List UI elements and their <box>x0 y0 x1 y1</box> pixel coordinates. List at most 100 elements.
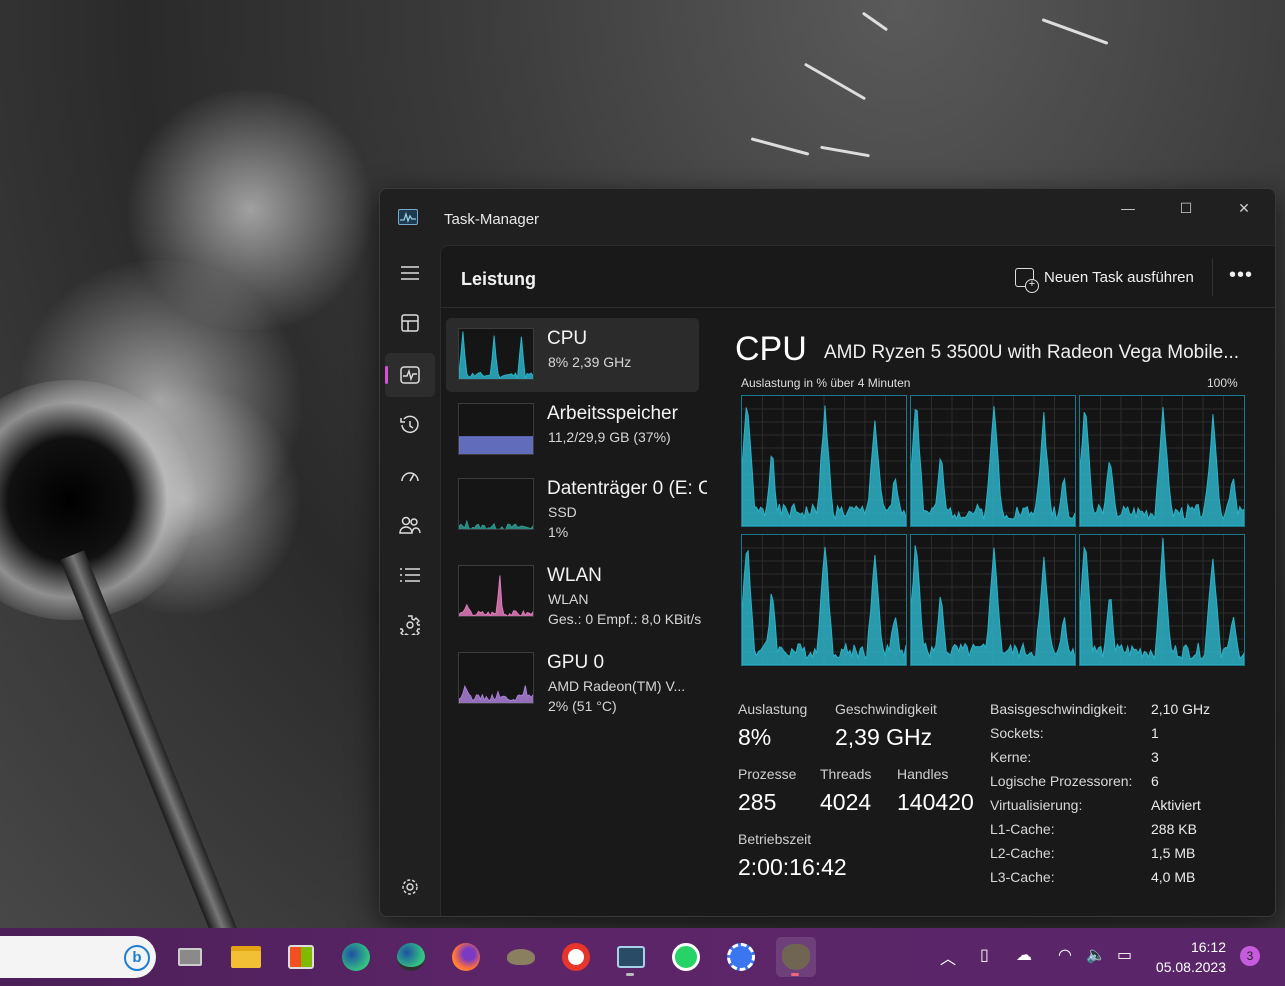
spec-value: 4,0 MB <box>1151 869 1196 885</box>
task-manager-taskbar-button[interactable] <box>611 937 651 977</box>
file-explorer-icon <box>231 946 261 968</box>
file-explorer-button[interactable] <box>226 937 266 977</box>
nav-settings[interactable] <box>385 865 435 909</box>
edge-button[interactable] <box>336 937 376 977</box>
resource-memory[interactable]: Arbeitsspeicher 11,2/29,9 GB (37%) <box>446 393 699 467</box>
resource-detail: AMD Radeon(TM) V... <box>548 678 686 694</box>
gimp-like-button[interactable] <box>501 937 541 977</box>
performance-icon <box>400 366 420 384</box>
resource-list: CPU 8% 2,39 GHz Arbeitsspeicher 11,2/29,… <box>441 308 711 916</box>
whatsapp-button[interactable] <box>666 937 706 977</box>
spec-label: L1-Cache: <box>990 821 1055 837</box>
spec-label: Basisgeschwindigkeit: <box>990 701 1127 717</box>
taskbar-search-box[interactable]: b <box>0 936 156 978</box>
opera-icon <box>562 943 590 971</box>
resource-detail: WLAN <box>548 591 589 607</box>
nav-performance[interactable] <box>385 353 435 397</box>
navigation-rail <box>380 245 440 916</box>
gpu-thumbnail-graph <box>458 652 534 704</box>
close-button[interactable]: ✕ <box>1215 189 1273 229</box>
nav-startup[interactable] <box>385 453 435 497</box>
task-view-button[interactable] <box>170 937 210 977</box>
new-task-icon <box>1015 267 1039 293</box>
processes-icon <box>401 314 419 332</box>
processes-label: Prozesse <box>738 766 797 782</box>
services-icon <box>400 615 420 635</box>
taskbar-clock[interactable]: 16:12 05.08.2023 <box>1150 937 1226 977</box>
task-manager-icon <box>617 946 645 968</box>
spec-value: 2,10 GHz <box>1151 701 1211 717</box>
hamburger-icon <box>401 266 419 280</box>
resource-name: GPU 0 <box>547 652 605 673</box>
maximize-button[interactable]: ☐ <box>1157 189 1215 229</box>
resource-disk[interactable]: Datenträger 0 (E: C SSD 1% <box>446 468 707 542</box>
handles-label: Handles <box>897 766 949 782</box>
nav-app-history[interactable] <box>385 403 435 447</box>
minimize-icon: ― <box>1121 200 1135 216</box>
core-graph-1 <box>910 395 1076 527</box>
page-title: Leistung <box>461 269 536 289</box>
close-icon: ✕ <box>1238 200 1250 216</box>
resource-name: Arbeitsspeicher <box>547 403 678 424</box>
threads-label: Threads <box>820 766 872 782</box>
graph-label: Auslastung in % über 4 Minuten <box>741 376 911 390</box>
clock-date: 05.08.2023 <box>1155 959 1226 975</box>
resource-name: WLAN <box>547 565 602 586</box>
spec-label: Virtualisierung: <box>990 797 1083 813</box>
task-manager-app-icon <box>398 209 418 225</box>
core-graph-0 <box>741 395 907 527</box>
resource-detail: 11,2/29,9 GB (37%) <box>548 429 671 445</box>
spec-value: 3 <box>1151 749 1159 765</box>
users-icon <box>399 516 421 534</box>
command-separator <box>1212 258 1213 296</box>
tablet-icon[interactable]: ▯ <box>980 945 989 965</box>
running-indicator <box>791 973 799 976</box>
nav-processes[interactable] <box>385 301 435 345</box>
store-button[interactable] <box>281 937 321 977</box>
opera-button[interactable] <box>556 937 596 977</box>
resource-wlan[interactable]: WLAN WLAN Ges.: 0 Empf.: 8,0 KBit/s <box>446 555 701 629</box>
run-new-task-button[interactable]: Neuen Task ausführen <box>1015 264 1194 293</box>
resource-gpu[interactable]: GPU 0 AMD Radeon(TM) V... 2% (51 °C) <box>446 642 699 716</box>
more-options-button[interactable]: ••• <box>1229 264 1253 287</box>
minimize-button[interactable]: ― <box>1099 189 1157 229</box>
nav-details[interactable] <box>385 553 435 597</box>
edge-dev-icon <box>397 943 425 971</box>
volume-icon[interactable]: 🔈 <box>1086 945 1106 965</box>
graph-max-label: 100% <box>1207 376 1238 390</box>
task-view-icon <box>178 948 202 966</box>
content-area: Leistung Neuen Task ausführen ••• CPU 8%… <box>440 245 1275 916</box>
bing-icon[interactable]: b <box>124 945 150 971</box>
nav-users[interactable] <box>385 503 435 547</box>
util-label: Auslastung <box>738 701 808 717</box>
onedrive-icon[interactable]: ☁ <box>1016 945 1032 965</box>
resource-detail: 8% 2,39 GHz <box>548 354 632 370</box>
battery-icon[interactable]: ▭ <box>1117 945 1132 965</box>
spec-value: 6 <box>1151 773 1159 789</box>
firefox-button[interactable] <box>446 937 486 977</box>
task-manager-window: Task-Manager ― ☐ ✕ Leistung + Neuen Task… <box>379 188 1276 917</box>
resource-name: Datenträger 0 (E: C <box>547 478 707 499</box>
firefox-icon <box>452 943 480 971</box>
gimp-button[interactable] <box>776 937 816 977</box>
store-icon <box>288 945 314 969</box>
spec-label: Logische Prozessoren: <box>990 773 1133 789</box>
resource-detail-2: Ges.: 0 Empf.: 8,0 KBit/s <box>548 611 702 627</box>
nav-services[interactable] <box>385 603 435 647</box>
show-hidden-icons-chevron-icon[interactable]: ︿ <box>940 945 956 969</box>
nav-menu-button[interactable] <box>385 251 435 295</box>
edge-dev-button[interactable] <box>391 937 431 977</box>
wifi-icon[interactable]: ◠ <box>1058 945 1072 965</box>
cpu-model-name: AMD Ryzen 5 3500U with Radeon Vega Mobil… <box>824 342 1240 363</box>
resource-name: CPU <box>547 328 588 349</box>
spec-value: 1,5 MB <box>1151 845 1196 861</box>
settings-icon <box>402 879 418 895</box>
title-bar[interactable]: Task-Manager ― ☐ ✕ <box>380 189 1275 245</box>
gimp-icon <box>782 944 810 970</box>
resource-cpu[interactable]: CPU 8% 2,39 GHz <box>446 318 699 392</box>
notification-badge[interactable]: 3 <box>1240 946 1260 966</box>
core-graph-3 <box>741 534 907 666</box>
details-icon <box>400 568 420 582</box>
signal-button[interactable] <box>721 937 761 977</box>
window-title: Task-Manager <box>444 211 540 228</box>
